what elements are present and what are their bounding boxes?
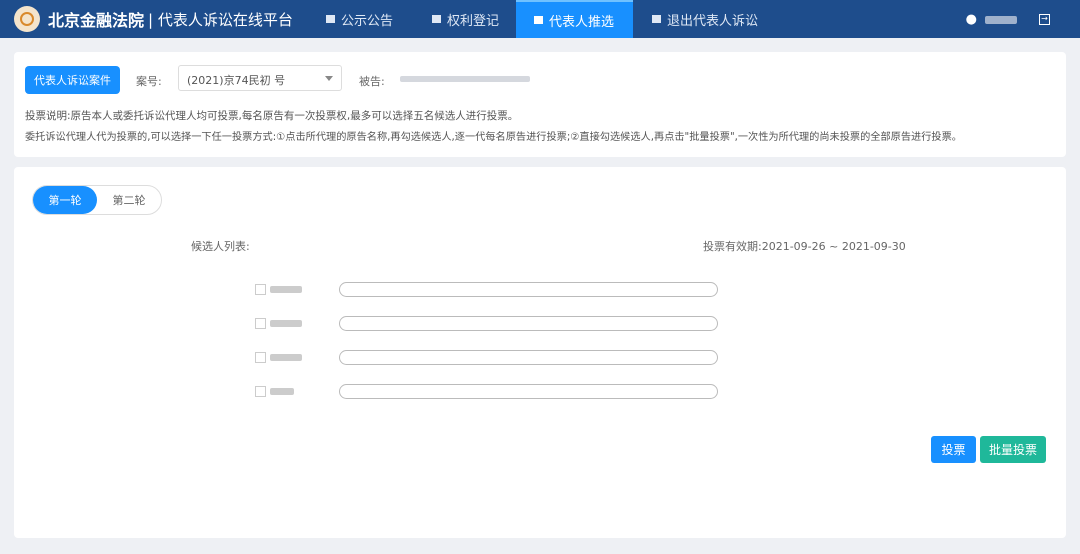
platform-name: | 代表人诉讼在线平台 [148, 10, 293, 29]
candidate-checkbox[interactable] [255, 386, 266, 397]
case-no-select[interactable]: (2021)京74民初 号 [178, 65, 342, 91]
edit-icon [534, 16, 543, 24]
candidate-checkbox[interactable] [255, 352, 266, 363]
candidate-row[interactable] [255, 284, 302, 295]
voting-card: 第一轮 第二轮 候选人列表: 投票有效期:2021-09-26 ~ 2021-0… [14, 167, 1066, 538]
tab-label: 公示公告 [341, 13, 394, 29]
candidate-input[interactable] [339, 316, 718, 331]
candidate-name-blurred [270, 286, 302, 293]
tab-rights-registration[interactable]: 权利登记 [414, 0, 517, 38]
top-nav: 北京金融法院 | 代表人诉讼在线平台 公示公告 权利登记 代表人推选 退出代表人… [0, 0, 1080, 38]
username-blurred [985, 15, 1017, 24]
chevron-down-icon [325, 76, 333, 81]
defendant-label: 被告: [359, 75, 385, 88]
candidate-checkbox[interactable] [255, 284, 266, 295]
logout-icon[interactable]: → [1039, 14, 1050, 25]
candidate-input[interactable] [339, 282, 718, 297]
tab-label: 权利登记 [447, 13, 500, 29]
tab-announcements[interactable]: 公示公告 [308, 0, 411, 38]
voting-note-2: 委托诉讼代理人代为投票的,可以选择一下任一投票方式:①点击所代理的原告名称,再勾… [25, 132, 962, 143]
batch-vote-button[interactable]: 批量投票 [980, 436, 1046, 463]
candidate-name-blurred [270, 388, 294, 395]
candidate-row[interactable] [255, 318, 302, 329]
candidate-name-blurred [270, 354, 302, 361]
defendant-blurred [400, 76, 530, 82]
edit-icon [432, 15, 441, 23]
candidate-name-blurred [270, 320, 302, 327]
user-icon: ● [965, 12, 977, 27]
round-1-tab[interactable]: 第一轮 [33, 186, 97, 214]
candidate-checkbox[interactable] [255, 318, 266, 329]
candidates-label: 候选人列表: [191, 240, 250, 253]
candidate-row[interactable] [255, 352, 302, 363]
case-no-label: 案号: [136, 75, 162, 88]
candidate-input[interactable] [339, 384, 718, 399]
user-menu[interactable]: ● → [966, 12, 1050, 27]
court-name: 北京金融法院 [48, 11, 145, 30]
tab-label: 退出代表人诉讼 [667, 13, 759, 29]
round-2-tab[interactable]: 第二轮 [97, 186, 161, 214]
case-info-card: 代表人诉讼案件 案号: (2021)京74民初 号 被告: 投票说明:原告本人或… [14, 52, 1066, 157]
voting-period: 投票有效期:2021-09-26 ~ 2021-09-30 [703, 240, 906, 253]
edit-icon [652, 15, 661, 23]
candidate-row[interactable] [255, 386, 294, 397]
mail-icon [326, 15, 335, 23]
voting-note-1: 投票说明:原告本人或委托诉讼代理人均可投票,每名原告有一次投票权,最多可以选择五… [25, 110, 519, 122]
round-switch: 第一轮 第二轮 [32, 185, 162, 215]
case-no-value: (2021)京74民初 号 [187, 74, 286, 87]
tab-withdraw[interactable]: 退出代表人诉讼 [634, 0, 776, 38]
court-logo-icon [14, 6, 40, 32]
tab-label: 代表人推选 [549, 14, 615, 30]
tab-representative-election[interactable]: 代表人推选 [516, 0, 633, 38]
case-type-badge[interactable]: 代表人诉讼案件 [25, 66, 120, 94]
vote-button[interactable]: 投票 [931, 436, 976, 463]
candidate-input[interactable] [339, 350, 718, 365]
